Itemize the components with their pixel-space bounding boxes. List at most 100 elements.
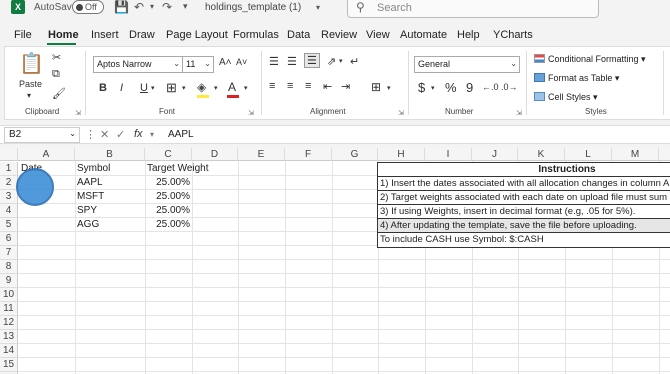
decrease-indent-icon[interactable]: ⇤ [323,80,332,93]
row-header-15[interactable]: 15 [0,358,18,372]
cell-b5[interactable]: AGG [77,218,99,232]
fill-color-icon[interactable]: ◈ [197,80,206,94]
instruction-line-4[interactable]: 4) After updating the template, save the… [378,219,670,233]
row-header-13[interactable]: 13 [0,330,18,344]
font-name-select[interactable]: Aptos Narrow ⌄ [93,56,183,73]
increase-decimal-icon[interactable]: ←.0 [482,82,499,92]
column-header-m[interactable]: M [612,148,659,161]
column-header-n[interactable] [659,148,670,161]
column-header-b[interactable]: B [75,148,145,161]
chevron-down-icon[interactable]: ▾ [150,130,154,139]
increase-indent-icon[interactable]: ⇥ [341,80,350,93]
column-header-j[interactable]: J [472,148,518,161]
title-dropdown-icon[interactable]: ▾ [316,3,320,12]
tab-data[interactable]: Data [287,29,310,41]
align-left-icon[interactable]: ≡ [269,80,275,92]
chevron-down-icon[interactable]: ▾ [151,84,155,92]
font-launcher-icon[interactable]: ⇲ [248,109,254,117]
cut-icon[interactable]: ✂ [52,51,61,64]
column-header-h[interactable]: H [378,148,425,161]
row-header-10[interactable]: 10 [0,288,18,302]
column-header-d[interactable]: D [192,148,238,161]
instructions-title[interactable]: Instructions [378,163,670,177]
select-all-corner[interactable] [0,148,18,161]
cell-b2[interactable]: AAPL [77,176,103,190]
spreadsheet-grid[interactable]: A B C D E F G H I J K L M 1 2 3 4 5 6 7 … [0,148,670,374]
enter-icon[interactable]: ✓ [116,128,125,141]
tab-formulas[interactable]: Formulas [233,29,279,41]
row-header-5[interactable]: 5 [0,218,18,232]
chevron-down-icon[interactable]: ▾ [431,84,435,92]
chevron-down-icon[interactable]: ▾ [244,84,248,92]
cell-b4[interactable]: SPY [77,204,97,218]
chevron-down-icon[interactable]: ▾ [339,57,343,65]
italic-button[interactable]: I [120,82,123,94]
row-header-1[interactable]: 1 [0,162,18,176]
align-middle-icon[interactable]: ☰ [287,55,297,68]
format-as-table-button[interactable]: Format as Table ▾ [534,73,619,84]
cell-b1[interactable]: Symbol [77,162,110,176]
number-launcher-icon[interactable]: ⇲ [516,109,522,117]
tab-draw[interactable]: Draw [129,29,155,41]
column-header-a[interactable]: A [18,148,75,161]
align-bottom-icon[interactable]: ☰ [304,53,320,68]
undo-dropdown-icon[interactable]: ▾ [150,2,154,11]
copy-icon[interactable]: ⧉ [52,68,60,81]
wrap-text-icon[interactable]: ↵ [350,55,359,68]
row-header-7[interactable]: 7 [0,246,18,260]
currency-button[interactable]: $ [418,80,425,95]
row-header-14[interactable]: 14 [0,344,18,358]
cell-b3[interactable]: MSFT [77,190,104,204]
clipboard-launcher-icon[interactable]: ⇲ [75,109,81,117]
paste-dropdown-icon[interactable]: ▾ [27,91,31,100]
cancel-icon[interactable]: ✕ [100,128,109,141]
row-header-8[interactable]: 8 [0,260,18,274]
chevron-down-icon[interactable]: ▾ [182,84,186,92]
row-header-6[interactable]: 6 [0,232,18,246]
cell-c3[interactable]: 25.00% [145,190,190,204]
font-color-icon[interactable]: A [228,80,236,94]
align-top-icon[interactable]: ☰ [269,55,279,68]
autosave-toggle[interactable]: Off [72,0,104,14]
tab-page-layout[interactable]: Page Layout [166,29,228,41]
cell-styles-button[interactable]: Cell Styles ▾ [534,92,598,103]
customize-toolbar-icon[interactable]: ▾ [183,1,188,12]
row-header-11[interactable]: 11 [0,302,18,316]
cell-c2[interactable]: 25.00% [145,176,190,190]
search-box[interactable]: ⚲ Search [347,0,599,18]
tab-file[interactable]: File [14,29,32,41]
paste-icon[interactable]: 📋 [19,51,44,76]
paste-button[interactable]: Paste [19,79,42,89]
format-painter-icon[interactable]: 🖌 [52,87,66,100]
column-header-l[interactable]: L [565,148,612,161]
cell-c5[interactable]: 25.00% [145,218,190,232]
row-header-4[interactable]: 4 [0,204,18,218]
alignment-launcher-icon[interactable]: ⇲ [398,109,404,117]
chevron-down-icon[interactable]: ▾ [214,84,218,92]
underline-button[interactable]: U [140,82,148,94]
redo-icon[interactable]: ↷ [162,0,172,14]
save-icon[interactable]: 💾 [114,0,129,14]
tab-insert[interactable]: Insert [91,29,119,41]
percent-button[interactable]: % [445,80,457,95]
align-right-icon[interactable]: ≡ [305,80,311,92]
tab-review[interactable]: Review [321,29,357,41]
tab-view[interactable]: View [366,29,390,41]
name-box[interactable]: B2 ⌄ [4,127,80,143]
instruction-line-2[interactable]: 2) Target weights associated with each d… [378,191,670,205]
decrease-font-icon[interactable]: A˅ [236,57,247,67]
tab-help[interactable]: Help [457,29,480,41]
row-header-9[interactable]: 9 [0,274,18,288]
chevron-down-icon[interactable]: ▾ [387,84,391,92]
conditional-formatting-button[interactable]: Conditional Formatting ▾ [534,54,646,65]
formula-content[interactable]: AAPL [168,129,194,140]
merge-center-icon[interactable]: ⊞ [371,80,381,94]
column-header-k[interactable]: K [518,148,565,161]
tab-ycharts[interactable]: YCharts [493,29,533,41]
column-header-i[interactable]: I [425,148,472,161]
bold-button[interactable]: B [99,82,107,94]
column-header-f[interactable]: F [285,148,332,161]
comma-style-button[interactable]: 9 [466,80,473,95]
options-icon[interactable]: ⋮ [85,128,96,141]
tab-automate[interactable]: Automate [400,29,447,41]
